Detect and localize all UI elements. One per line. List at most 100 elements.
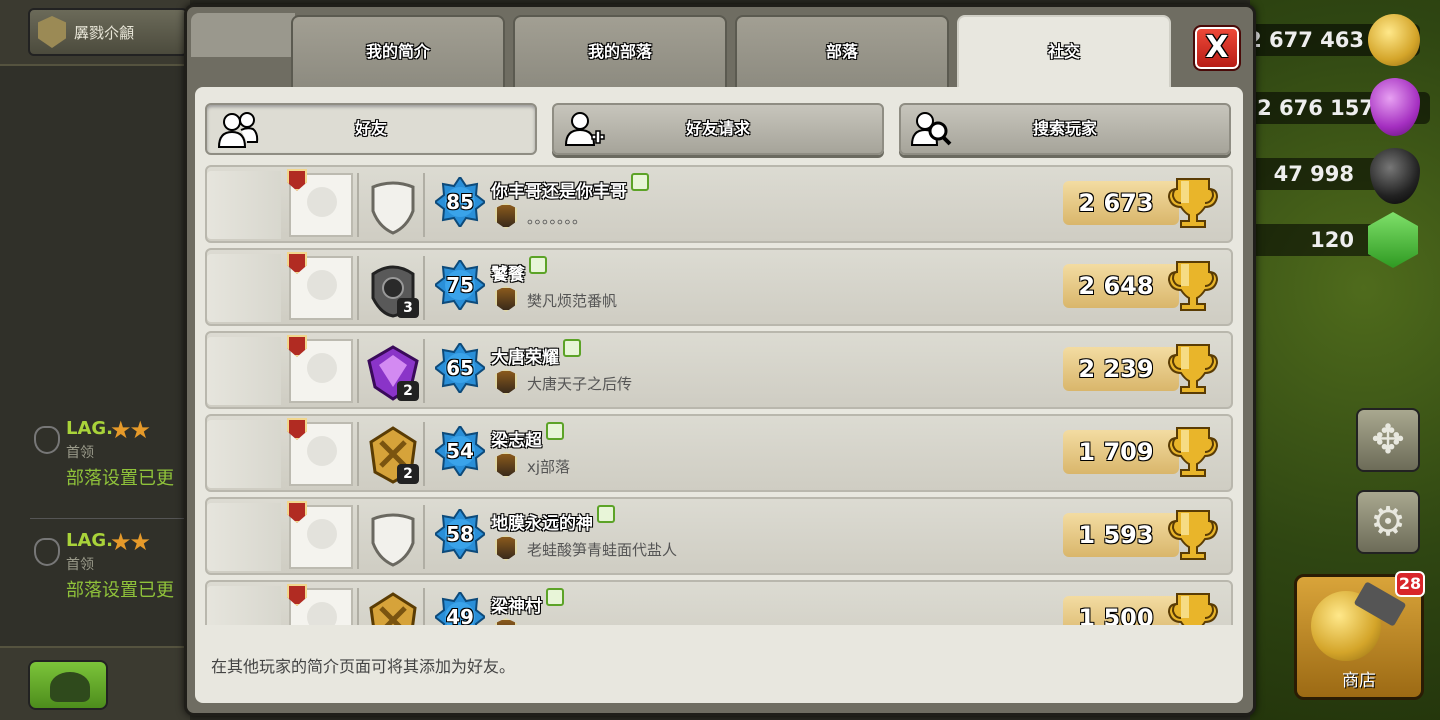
chat-name: LAG. — [66, 418, 114, 439]
chat-stars: ★★ — [110, 416, 151, 444]
row-separator — [357, 173, 359, 237]
clan-name: xj部落 — [527, 458, 571, 476]
league-tier: 3 — [397, 298, 419, 318]
xp-level: 58 — [446, 522, 474, 546]
tabstrip-background — [191, 13, 295, 57]
shop-button[interactable]: 商店 28 — [1294, 571, 1425, 700]
clan-name: 老蛙酸笋青蛙面代盐人 — [527, 541, 678, 559]
chat-text: 部落设置已更 — [66, 580, 174, 601]
chat-divider — [30, 518, 190, 519]
xp-level: 49 — [446, 605, 474, 625]
xp-level: 54 — [446, 439, 474, 463]
row-separator — [357, 422, 359, 486]
subtab-search-players[interactable]: 搜索玩家 — [899, 103, 1231, 155]
background-left-panel — [0, 0, 190, 720]
player-name-text: 饕餮 — [491, 265, 525, 285]
social-modal: 我的简介 我的部落 部落 社交 X 好友 好友请求 搜索玩家 85 你丰哥还是你… — [184, 4, 1256, 716]
shop-notification-badge: 28 — [1395, 571, 1425, 597]
clan-badge-icon — [495, 286, 517, 312]
player-name-text: 你丰哥还是你丰哥 — [491, 182, 627, 202]
subtab-search-players-label: 搜索玩家 — [1032, 119, 1097, 138]
subtab-friends-label: 好友 — [354, 119, 387, 138]
friend-row[interactable]: 2 65 大唐荣耀 大唐天子之后传 2 239 — [205, 331, 1233, 409]
xp-level: 85 — [446, 190, 474, 214]
friends-icon — [217, 112, 259, 148]
search-player-icon — [911, 112, 952, 146]
shop-label: 商店 — [1342, 671, 1376, 691]
row-separator — [423, 505, 425, 569]
clan-button[interactable]: 羼戮尒龥 — [28, 8, 188, 56]
add-friend-icon — [564, 112, 605, 146]
player-name[interactable]: 你丰哥还是你丰哥 — [491, 173, 649, 202]
row-separator — [423, 422, 425, 486]
friend-row[interactable]: 49 梁神村 123456 1 500 — [205, 580, 1233, 625]
clan-button-label: 羼戮尒龥 — [74, 23, 135, 42]
chat-role: 首领 — [66, 557, 94, 573]
friend-row[interactable]: 2 54 梁志超 xj部落 1 709 — [205, 414, 1233, 492]
layout-edit-button[interactable]: ✥ — [1356, 408, 1420, 472]
friend-row[interactable]: 3 75 饕餮 樊凡烦范番帆 2 648 — [205, 248, 1233, 326]
chat-role: 首领 — [66, 445, 94, 461]
xp-level: 65 — [446, 356, 474, 380]
row-left-slot — [207, 503, 281, 571]
player-name[interactable]: 地膜永远的神 — [491, 505, 615, 534]
row-separator — [423, 256, 425, 320]
player-name-text: 地膜永远的神 — [491, 514, 593, 534]
clan-badge-icon — [495, 535, 517, 561]
trophy-icon — [1167, 258, 1219, 312]
chat-bubble-icon[interactable] — [563, 339, 581, 357]
tab-clans[interactable]: 部落 — [735, 15, 949, 87]
subtab-friend-requests[interactable]: 好友请求 — [552, 103, 884, 155]
trophy-icon — [1167, 424, 1219, 478]
clan-badge-icon — [495, 369, 517, 395]
row-separator — [357, 339, 359, 403]
player-name-text: 大唐荣耀 — [491, 348, 559, 368]
settings-button[interactable]: ⚙ — [1356, 490, 1420, 554]
chat-bubble-icon[interactable] — [597, 505, 615, 523]
trophy-icon — [1167, 590, 1219, 625]
player-name[interactable]: 饕餮 — [491, 256, 547, 285]
player-name[interactable]: 大唐荣耀 — [491, 339, 581, 368]
trophy-icon — [1167, 341, 1219, 395]
chat-bubble-icon[interactable] — [529, 256, 547, 274]
trophy-count: 1 709 — [1063, 430, 1179, 474]
xp-level: 75 — [446, 273, 474, 297]
attack-button[interactable] — [28, 660, 108, 710]
player-name[interactable]: 梁神村 — [491, 588, 564, 617]
row-separator — [357, 256, 359, 320]
subtab-friends[interactable]: 好友 — [205, 103, 537, 155]
clan-name: 。。。。。。。 — [527, 209, 588, 227]
trophy-count: 2 648 — [1063, 264, 1179, 308]
row-left-slot — [207, 337, 281, 405]
league-icon — [367, 592, 419, 625]
league-tier: 2 — [397, 381, 419, 401]
tab-social[interactable]: 社交 — [957, 15, 1171, 89]
row-separator — [357, 588, 359, 625]
close-button[interactable]: X — [1193, 25, 1241, 71]
chat-bubble-icon[interactable] — [546, 422, 564, 440]
clan-badge-icon — [495, 203, 517, 229]
player-name-text: 梁神村 — [491, 597, 542, 617]
chat-bubble-icon[interactable] — [631, 173, 649, 191]
row-left-slot — [207, 586, 281, 625]
player-name[interactable]: 梁志超 — [491, 422, 564, 451]
chat-text: 部落设置已更 — [66, 468, 174, 489]
chat-bubble-icon[interactable] — [546, 588, 564, 606]
warrior-icon — [50, 672, 90, 702]
chat-avatar-icon — [34, 426, 60, 454]
row-separator — [357, 505, 359, 569]
player-name-text: 梁志超 — [491, 431, 542, 451]
gear-icon: ⚙ — [1370, 499, 1406, 545]
clan-name: 樊凡烦范番帆 — [527, 292, 618, 310]
friend-list[interactable]: 85 你丰哥还是你丰哥 。。。。。。。 2 673 3 75 饕餮 樊凡烦范番帆… — [205, 165, 1235, 625]
row-separator — [423, 339, 425, 403]
tab-my-profile[interactable]: 我的简介 — [291, 15, 505, 87]
social-panel: 好友 好友请求 搜索玩家 85 你丰哥还是你丰哥 。。。。。。。 2 673 3… — [195, 87, 1243, 703]
trophy-icon — [1167, 507, 1219, 561]
friend-row[interactable]: 58 地膜永远的神 老蛙酸笋青蛙面代盐人 1 593 — [205, 497, 1233, 575]
tab-my-clan[interactable]: 我的部落 — [513, 15, 727, 87]
league-tier: 2 — [397, 464, 419, 484]
trophy-count: 1 593 — [1063, 513, 1179, 557]
friend-row[interactable]: 85 你丰哥还是你丰哥 。。。。。。。 2 673 — [205, 165, 1233, 243]
footer-hint: 在其他玩家的简介页面可将其添加为好友。 — [211, 657, 516, 676]
